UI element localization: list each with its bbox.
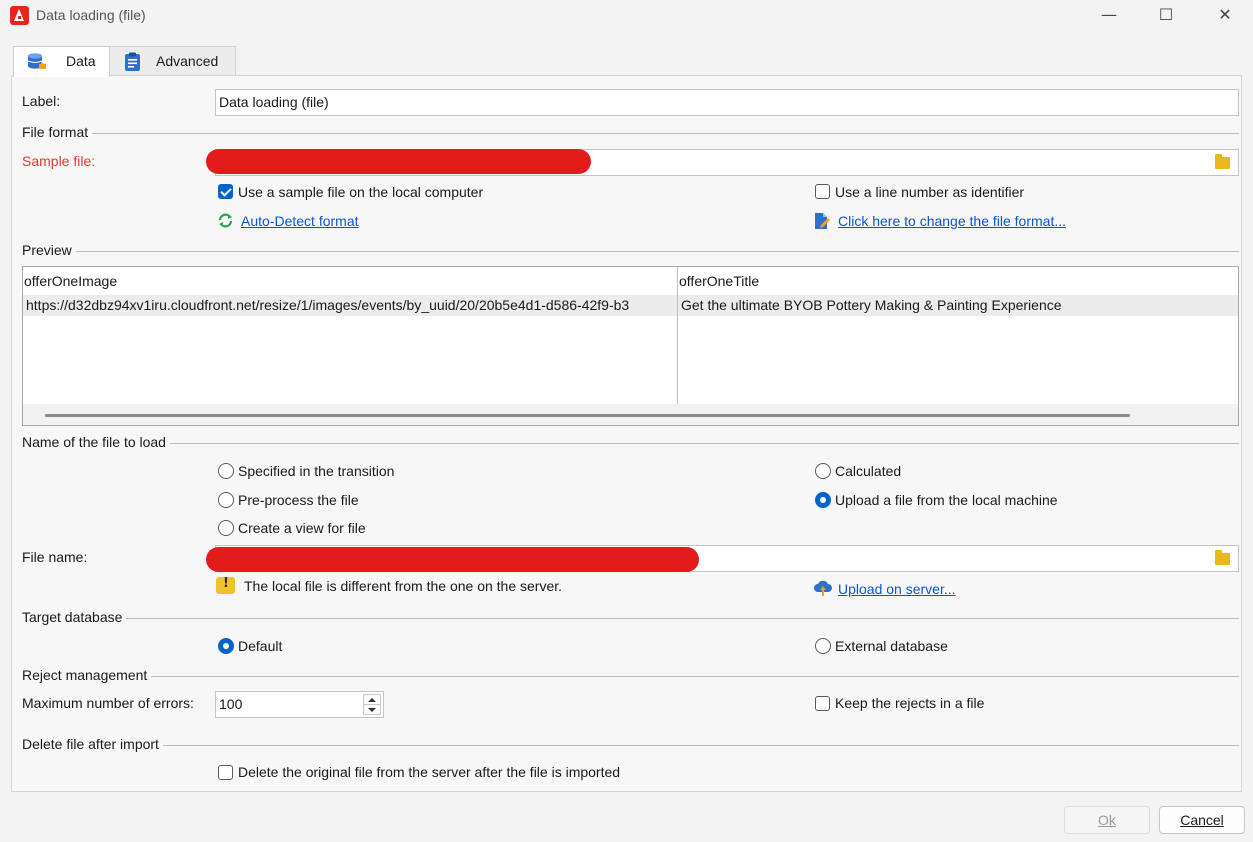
change-file-format-link[interactable]: Click here to change the file format... [838,213,1066,229]
delete-original-label: Delete the original file from the server… [238,764,621,780]
preprocess-file-radio[interactable] [218,492,234,508]
max-errors-value[interactable]: 100 [219,696,242,712]
delete-original-checkbox[interactable] [218,765,233,780]
refresh-icon [218,213,233,228]
tab-advanced-label: Advanced [156,53,219,69]
calculated-label: Calculated [835,463,902,479]
max-errors-stepper[interactable]: 100 [215,691,384,718]
label-caption: Label: [22,93,61,109]
preview-table: offerOneImage offerOneTitle https://d32d… [22,266,1239,426]
reject-management-section: Reject management [22,667,1239,685]
title-bar: Data loading (file) — ☐ ✕ [0,0,1253,32]
file-to-load-section: Name of the file to load [22,434,1239,452]
file-format-heading: File format [22,124,93,140]
redaction-mark [206,149,591,174]
ok-button[interactable]: Ok [1064,806,1150,834]
clipboard-icon [125,52,140,71]
folder-icon[interactable] [1215,550,1230,565]
window-title: Data loading (file) [36,7,146,23]
tab-data[interactable]: Data [13,46,110,77]
scrollbar-thumb[interactable] [45,414,1130,417]
warning-icon [216,576,235,594]
stepper-buttons [363,694,381,715]
keep-rejects-label: Keep the rejects in a file [835,695,985,711]
cloud-upload-icon [814,580,832,596]
specified-in-transition-label: Specified in the transition [238,463,395,479]
preview-column-header: offerOneImage [24,273,118,289]
minimize-button[interactable]: — [1089,4,1129,28]
horizontal-scrollbar[interactable] [23,404,1238,425]
delete-file-heading: Delete file after import [22,736,163,752]
file-to-load-heading: Name of the file to load [22,434,170,450]
auto-detect-format-link[interactable]: Auto-Detect format [241,213,359,229]
folder-icon[interactable] [1215,154,1230,169]
redaction-mark [206,547,699,572]
specified-in-transition-radio[interactable] [218,463,234,479]
external-database-radio[interactable] [815,638,831,654]
use-line-number-checkbox[interactable] [815,184,830,199]
use-sample-file-checkbox[interactable] [218,184,233,199]
decrement-button[interactable] [364,705,380,715]
maximize-button[interactable]: ☐ [1146,4,1186,28]
default-database-label: Default [238,638,283,654]
warning-message: The local file is different from the one… [244,578,563,594]
increment-button[interactable] [364,695,380,705]
upload-local-file-label: Upload a file from the local machine [835,492,1058,508]
close-button[interactable]: ✕ [1205,4,1245,28]
cancel-button[interactable]: Cancel [1159,806,1245,834]
ok-button-label: Ok [1098,812,1116,828]
database-icon [27,53,46,69]
sample-file-caption: Sample file: [22,153,96,169]
app-logo-icon [10,6,29,25]
preview-cell: https://d32dbz94xv1iru.cloudfront.net/re… [26,297,630,313]
preview-section: Preview [22,242,1239,260]
column-divider [677,267,678,404]
tab-data-label: Data [66,53,96,69]
file-name-caption: File name: [22,549,88,565]
keep-rejects-checkbox[interactable] [815,696,830,711]
create-view-label: Create a view for file [238,520,366,536]
edit-file-icon [815,213,830,229]
preview-heading: Preview [22,242,76,258]
use-sample-file-label: Use a sample file on the local computer [238,184,484,200]
max-errors-caption: Maximum number of errors: [22,695,194,711]
cancel-button-label: Cancel [1180,812,1224,828]
tab-advanced[interactable]: Advanced [110,46,236,76]
preview-column-header: offerOneTitle [679,273,760,289]
upload-local-file-radio[interactable] [815,492,831,508]
preprocess-file-label: Pre-process the file [238,492,359,508]
external-database-label: External database [835,638,948,654]
delete-file-section: Delete file after import [22,736,1239,754]
target-database-heading: Target database [22,609,127,625]
upload-on-server-link[interactable]: Upload on server... [838,581,956,597]
target-database-section: Target database [22,609,1239,627]
preview-cell: Get the ultimate BYOB Pottery Making & P… [681,297,1062,313]
file-format-section: File format [22,124,1239,142]
create-view-radio[interactable] [218,520,234,536]
default-database-radio[interactable] [218,638,234,654]
label-input[interactable]: Data loading (file) [215,89,1239,116]
calculated-radio[interactable] [815,463,831,479]
reject-management-heading: Reject management [22,667,152,683]
use-line-number-label: Use a line number as identifier [835,184,1025,200]
